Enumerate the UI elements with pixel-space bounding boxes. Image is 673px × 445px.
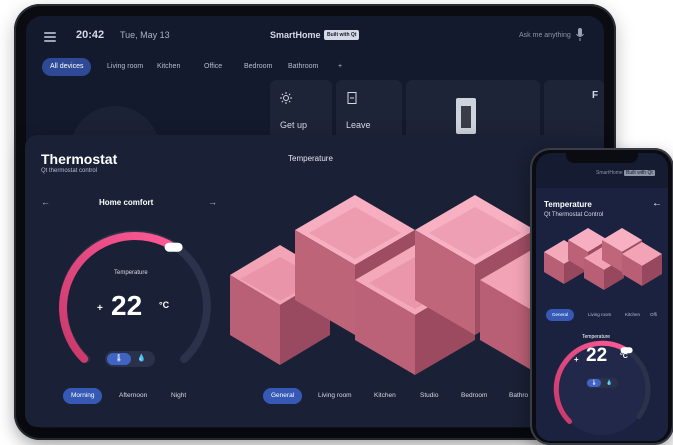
brand-name: SmartHome Built with Qt [596, 170, 655, 176]
phone-thermostat-card: Temperature Qt Thermostat Control ← Gene… [536, 188, 668, 441]
brand-name: SmartHome [270, 30, 321, 40]
tab-studio[interactable]: Studio [420, 388, 438, 404]
tab-kitchen[interactable]: Kitchen [625, 309, 640, 321]
add-tab-button[interactable]: + [338, 58, 342, 76]
page-subtitle: Qt thermostat control [41, 168, 98, 174]
clock-time: 20:42 [76, 29, 105, 41]
tab-all-devices[interactable]: All devices [42, 58, 92, 76]
tab-bedroom[interactable]: Bedroom [244, 58, 272, 76]
page-title: Thermostat [41, 151, 118, 167]
temperature-unit: °C [159, 300, 170, 310]
thermometer-icon[interactable]: 🌡 [587, 379, 601, 387]
tab-living-room[interactable]: Living room [107, 58, 143, 76]
thermometer-icon[interactable]: 🌡 [107, 353, 131, 365]
microphone-icon[interactable] [576, 28, 584, 41]
sun-icon [280, 92, 292, 104]
temperature-unit: °C [620, 353, 628, 360]
tab-morning[interactable]: Morning [63, 388, 103, 404]
scene-label: Leave [346, 120, 371, 130]
floorplan-3d-rooms[interactable] [542, 228, 664, 298]
section-title: Temperature [288, 154, 333, 163]
temperature-sign: + [574, 355, 579, 364]
temperature-sign: + [97, 303, 103, 314]
temperature-value: 22 [111, 290, 143, 321]
droplet-icon[interactable]: 💧 [137, 353, 146, 365]
tab-kitchen[interactable]: Kitchen [157, 58, 180, 76]
tab-bedroom[interactable]: Bedroom [461, 388, 487, 404]
dial-knob [164, 242, 183, 252]
phone-notch [566, 153, 638, 163]
tab-general[interactable]: General [263, 388, 303, 404]
droplet-icon[interactable]: 💧 [606, 379, 612, 387]
tab-kitchen[interactable]: Kitchen [374, 388, 396, 404]
page-subtitle: Qt Thermostat Control [544, 212, 604, 218]
wall-switch-image [456, 98, 476, 134]
tab-general[interactable]: General [546, 309, 575, 321]
hamburger-menu-icon[interactable] [44, 32, 56, 42]
tab-bathroom[interactable]: Bathro [509, 388, 528, 404]
phone-device: SmartHome Built with Qt Temperature Qt T… [530, 148, 673, 445]
tile-partial-label: F [592, 90, 599, 101]
assistant-prompt[interactable]: Ask me anything [519, 32, 571, 39]
tab-bathroom[interactable]: Bathroom [288, 58, 318, 76]
dial-label: Temperature [114, 270, 148, 276]
tab-living-room[interactable]: Living room [588, 309, 611, 321]
arrow-left-icon[interactable]: ← [41, 197, 50, 207]
arrow-right-icon[interactable]: → [208, 197, 217, 207]
phone-screen: SmartHome Built with Qt Temperature Qt T… [536, 153, 668, 441]
dial-label: Temperature [582, 334, 611, 340]
top-bar: 20:42 Tue, May 13 SmartHome Built with Q… [26, 16, 604, 60]
door-icon [347, 92, 357, 104]
tab-afternoon[interactable]: Afternoon [119, 388, 147, 404]
tab-office[interactable]: Offi [650, 309, 657, 321]
thermostat-panel: Thermostat Qt thermostat control Tempera… [25, 135, 603, 427]
heat-mode-toggle[interactable]: 🌡 💧 [586, 378, 618, 388]
clock-date: Tue, May 13 [120, 30, 170, 40]
mode-title: Home comfort [99, 198, 154, 207]
temperature-value: 22 [586, 345, 608, 366]
tab-office[interactable]: Office [204, 58, 222, 76]
heat-mode-toggle[interactable]: 🌡 💧 [105, 351, 155, 367]
page-title: Temperature [544, 200, 592, 209]
tab-night[interactable]: Night [171, 388, 186, 404]
back-arrow-icon[interactable]: ← [652, 198, 662, 209]
brand-badge: Built with Qt [324, 30, 360, 40]
tab-living-room[interactable]: Living room [318, 388, 352, 404]
scene-label: Get up [280, 120, 308, 130]
